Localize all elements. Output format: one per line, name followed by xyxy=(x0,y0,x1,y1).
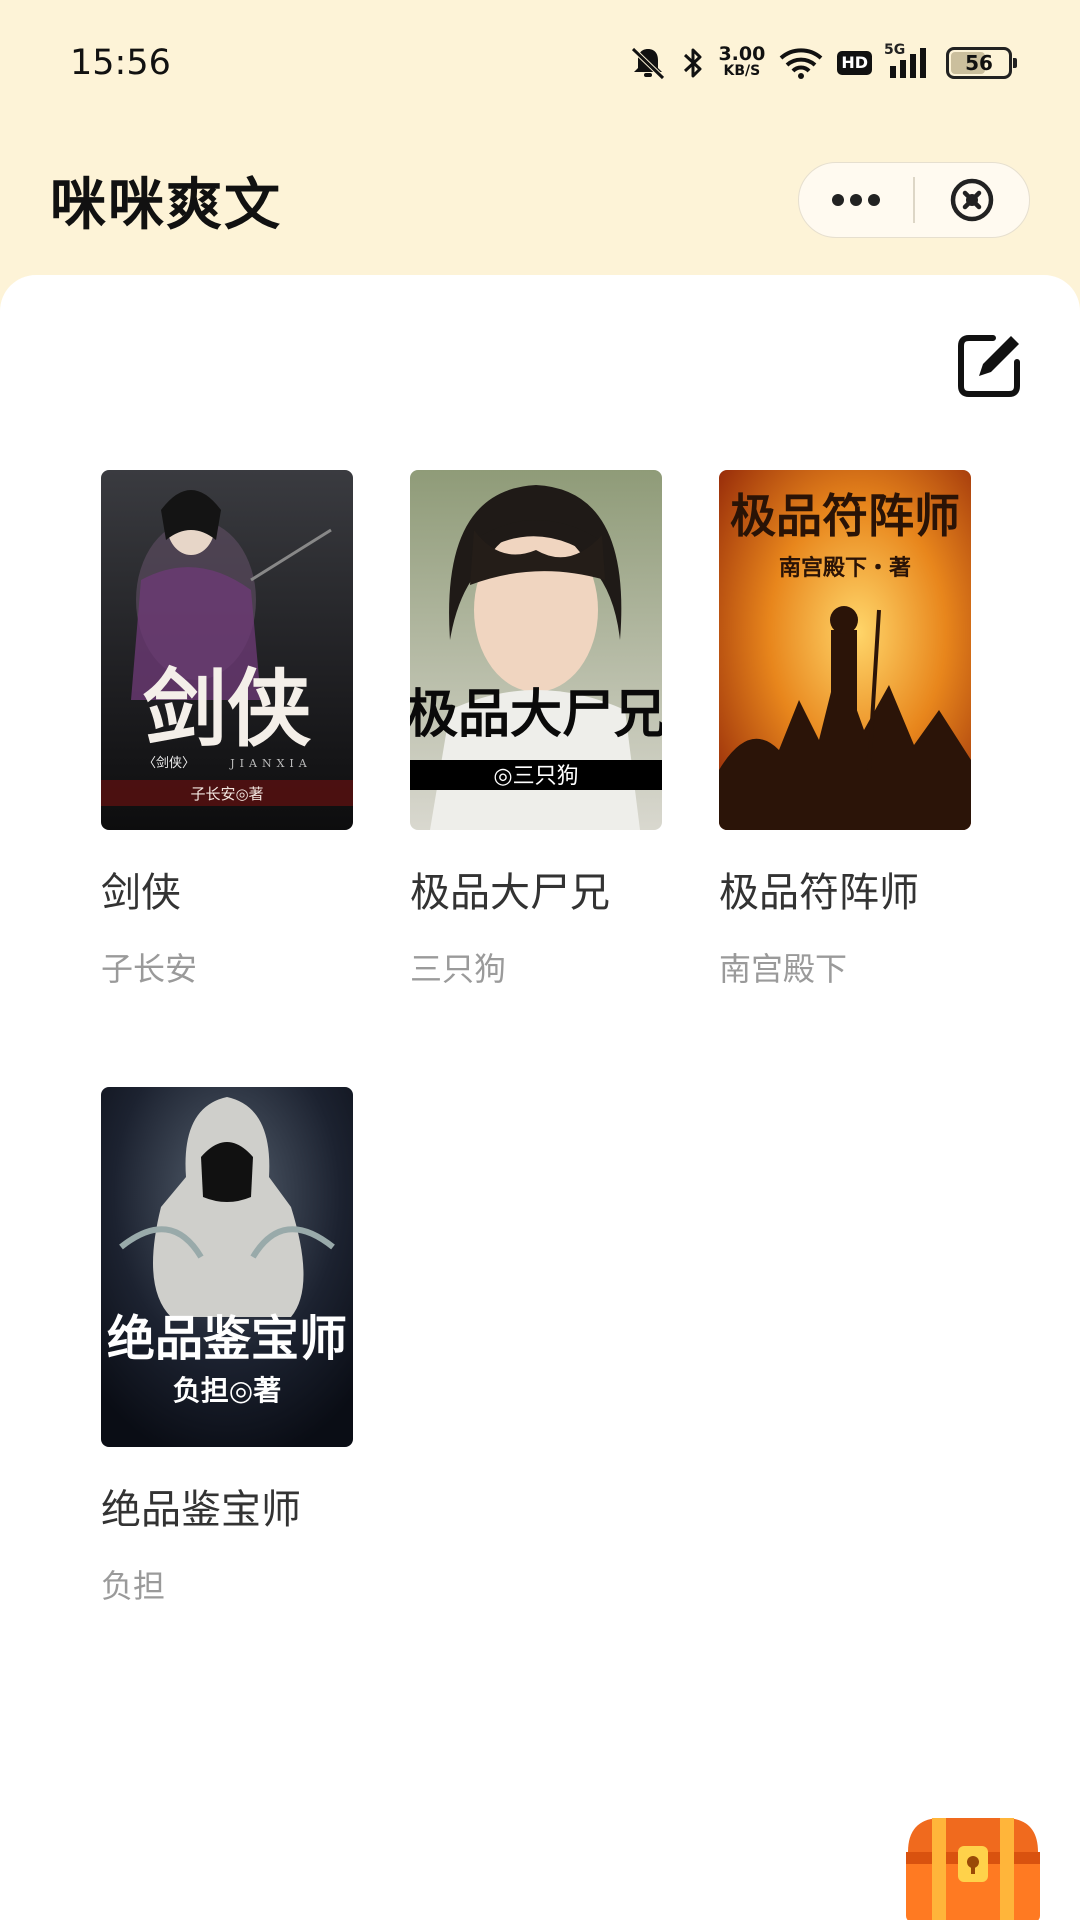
more-dots-icon xyxy=(832,194,881,206)
signal-icon: 5G xyxy=(884,42,932,80)
book-title: 极品符阵师 xyxy=(719,870,919,916)
edit-icon xyxy=(958,335,1020,397)
book-title: 绝品鉴宝师 xyxy=(101,1487,301,1533)
bluetooth-icon xyxy=(682,45,704,81)
book-title: 极品大尸兄 xyxy=(410,870,610,916)
book-cover[interactable]: 极品符阵师 南宫殿下・著 xyxy=(719,470,971,830)
cover-byline: ◎三只狗 xyxy=(493,764,578,789)
treasure-chest-icon xyxy=(906,1818,1040,1920)
book-title: 剑侠 xyxy=(101,870,181,916)
close-button[interactable] xyxy=(915,163,1029,237)
cover-big-text: 绝品鉴宝师 xyxy=(107,1311,347,1367)
book-author: 子长安 xyxy=(101,950,198,988)
cover-pinyin: JIANXIA xyxy=(229,757,311,770)
gift-button[interactable] xyxy=(898,1812,1048,1920)
cover-big-text: 极品大尸兄 xyxy=(410,684,662,745)
cover-sub-text: 〈剑侠〉 xyxy=(143,755,195,771)
wifi-icon xyxy=(779,46,823,80)
more-button[interactable] xyxy=(799,163,913,237)
edit-button[interactable] xyxy=(955,330,1025,400)
book-author: 三只狗 xyxy=(410,950,507,988)
hd-badge: HD xyxy=(837,50,872,75)
network-type-label: 5G xyxy=(884,41,906,58)
book-cover[interactable]: 剑侠 〈剑侠〉 JIANXIA 子长安◎著 xyxy=(101,470,353,830)
cover-byline: 南宫殿下・著 xyxy=(779,555,911,581)
book-author: 南宫殿下 xyxy=(719,950,848,988)
battery-icon: 56 xyxy=(946,46,1017,79)
cover-byline: 负担◎著 xyxy=(173,1374,281,1407)
mini-program-capsule xyxy=(798,162,1030,238)
book-author: 负担 xyxy=(101,1567,166,1605)
book-item[interactable]: 剑侠 〈剑侠〉 JIANXIA 子长安◎著 剑侠 子长安 xyxy=(101,470,353,990)
status-bar: 15:56 3.00 KB/S HD 5G 56 xyxy=(0,0,1080,125)
app-title: 咪咪爽文 xyxy=(50,172,282,238)
book-cover[interactable]: 极品大尸兄 ◎三只狗 xyxy=(410,470,662,830)
battery-level: 56 xyxy=(965,50,993,75)
cover-big-text: 剑侠 xyxy=(143,659,312,758)
close-circle-icon xyxy=(950,178,994,222)
status-icons: 3.00 KB/S HD 5G 56 xyxy=(628,42,1017,81)
book-item[interactable]: 绝品鉴宝师 负担◎著 绝品鉴宝师 负担 xyxy=(101,1087,353,1607)
cover-byline: 子长安◎著 xyxy=(190,785,263,803)
status-time: 15:56 xyxy=(70,42,171,83)
net-speed-unit: KB/S xyxy=(723,62,761,79)
mute-icon xyxy=(628,45,668,81)
book-item[interactable]: 极品大尸兄 ◎三只狗 极品大尸兄 三只狗 xyxy=(410,470,662,990)
bookshelf-panel: 剑侠 〈剑侠〉 JIANXIA 子长安◎著 剑侠 子长安 极品大尸兄 ◎三只狗 … xyxy=(0,275,1080,1920)
book-cover[interactable]: 绝品鉴宝师 负担◎著 xyxy=(101,1087,353,1447)
app-header: 咪咪爽文 xyxy=(0,125,1080,275)
book-item[interactable]: 极品符阵师 南宫殿下・著 极品符阵师 南宫殿下 xyxy=(719,470,971,990)
net-speed: 3.00 KB/S xyxy=(718,42,766,80)
net-speed-value: 3.00 xyxy=(718,42,766,65)
cover-big-text: 极品符阵师 xyxy=(730,489,960,543)
